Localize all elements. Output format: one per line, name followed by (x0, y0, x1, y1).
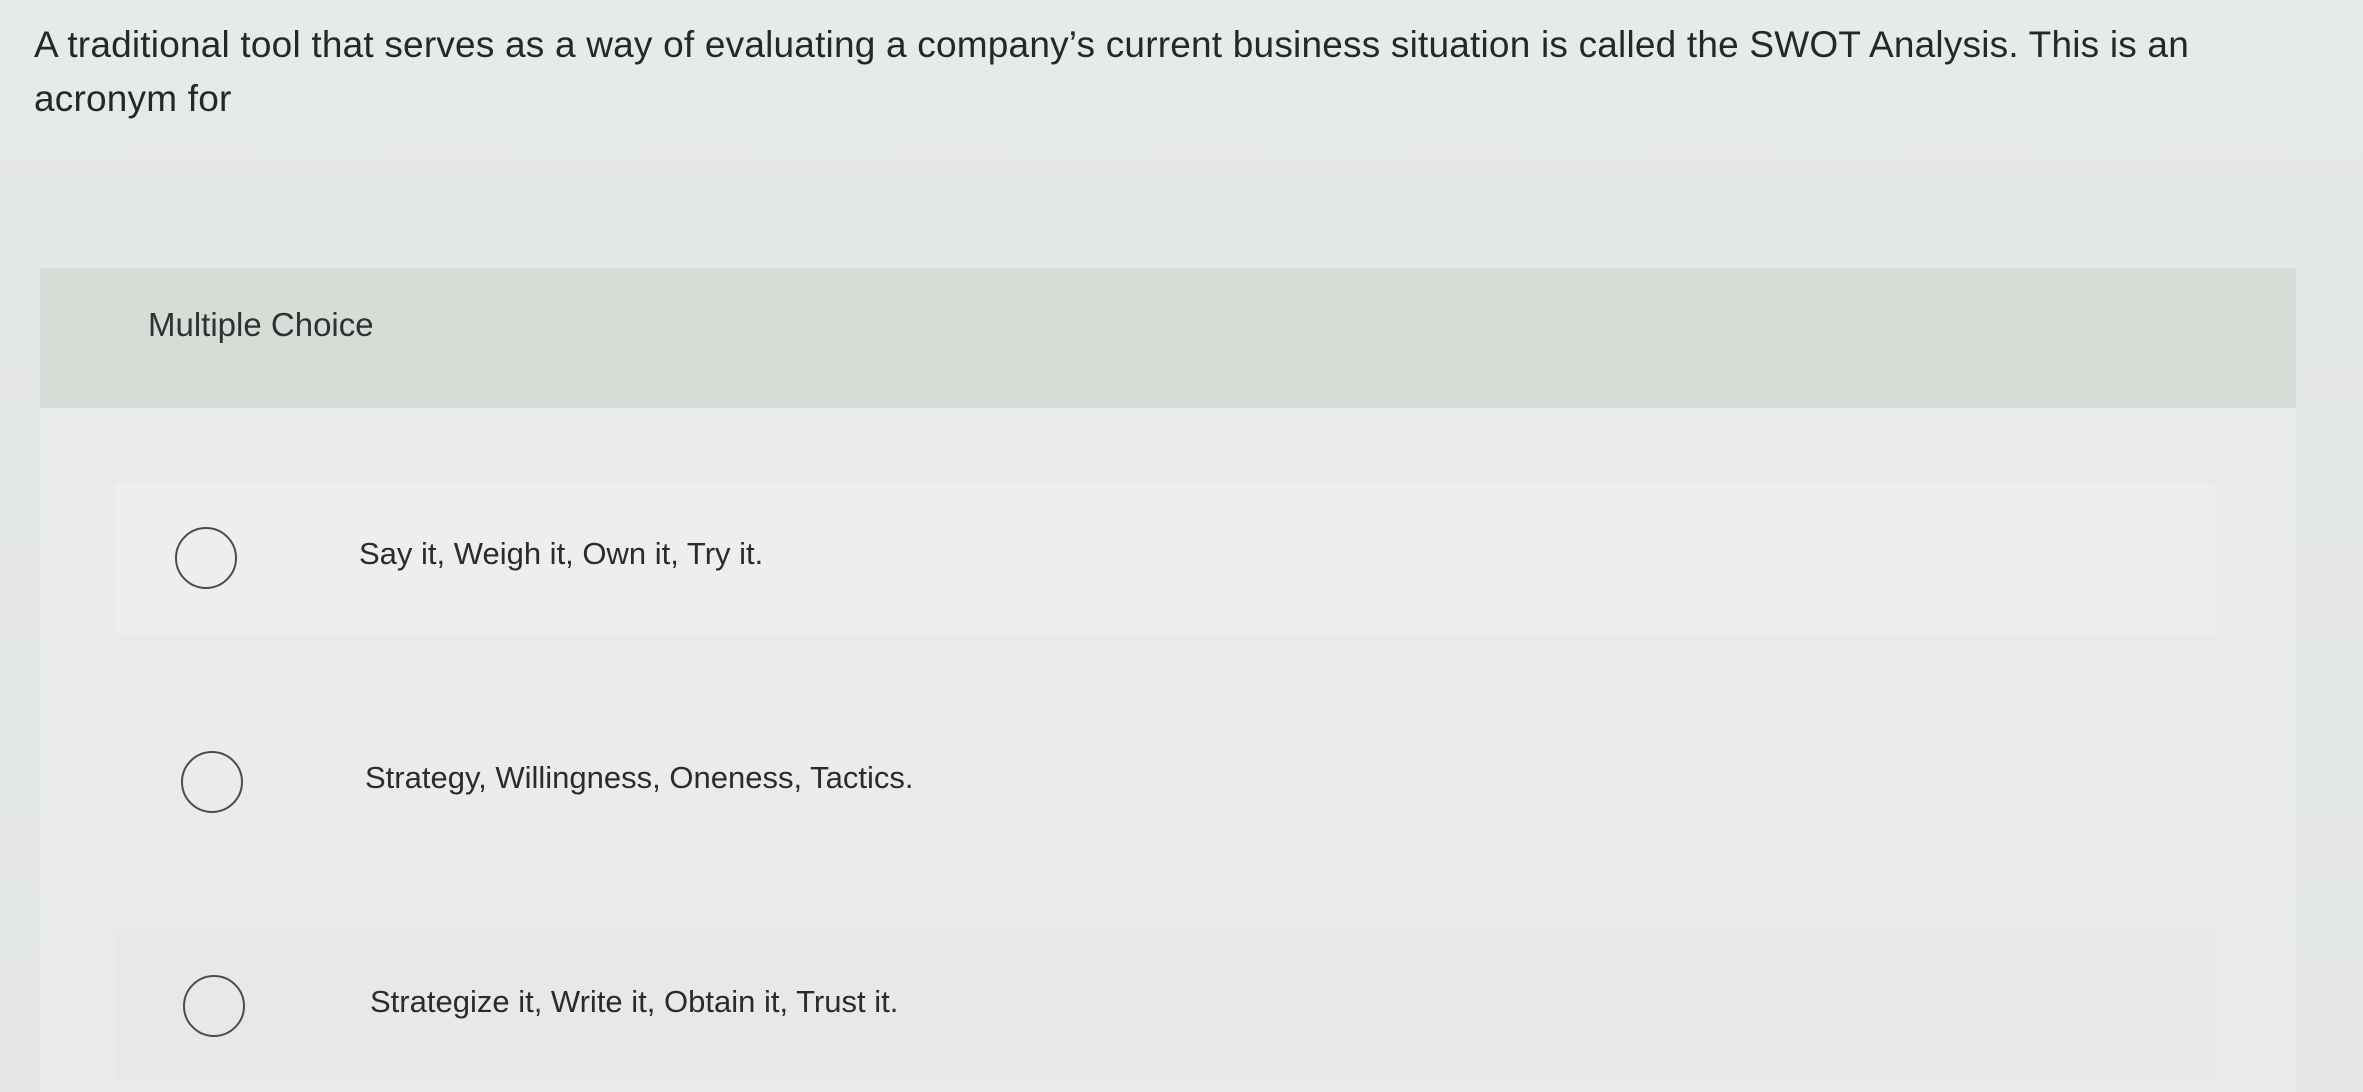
radio-button-icon[interactable] (181, 751, 243, 813)
answer-option-3[interactable]: Strategize it, Write it, Obtain it, Trus… (115, 932, 2215, 1082)
radio-button-icon[interactable] (175, 527, 237, 589)
answer-option-2[interactable]: Strategy, Willingness, Oneness, Tactics. (115, 708, 2215, 858)
radio-button-icon[interactable] (183, 975, 245, 1037)
answer-option-1[interactable]: Say it, Weigh it, Own it, Try it. (115, 484, 2215, 634)
answer-option-label[interactable]: Strategy, Willingness, Oneness, Tactics. (365, 760, 913, 796)
multiple-choice-panel: Multiple Choice Say it, Weigh it, Own it… (40, 268, 2296, 1092)
panel-header: Multiple Choice (40, 268, 2296, 408)
answer-option-label[interactable]: Strategize it, Write it, Obtain it, Trus… (370, 984, 898, 1020)
answer-option-label[interactable]: Say it, Weigh it, Own it, Try it. (359, 536, 763, 572)
question-text: A traditional tool that serves as a way … (34, 24, 2189, 119)
panel-title: Multiple Choice (148, 306, 374, 343)
